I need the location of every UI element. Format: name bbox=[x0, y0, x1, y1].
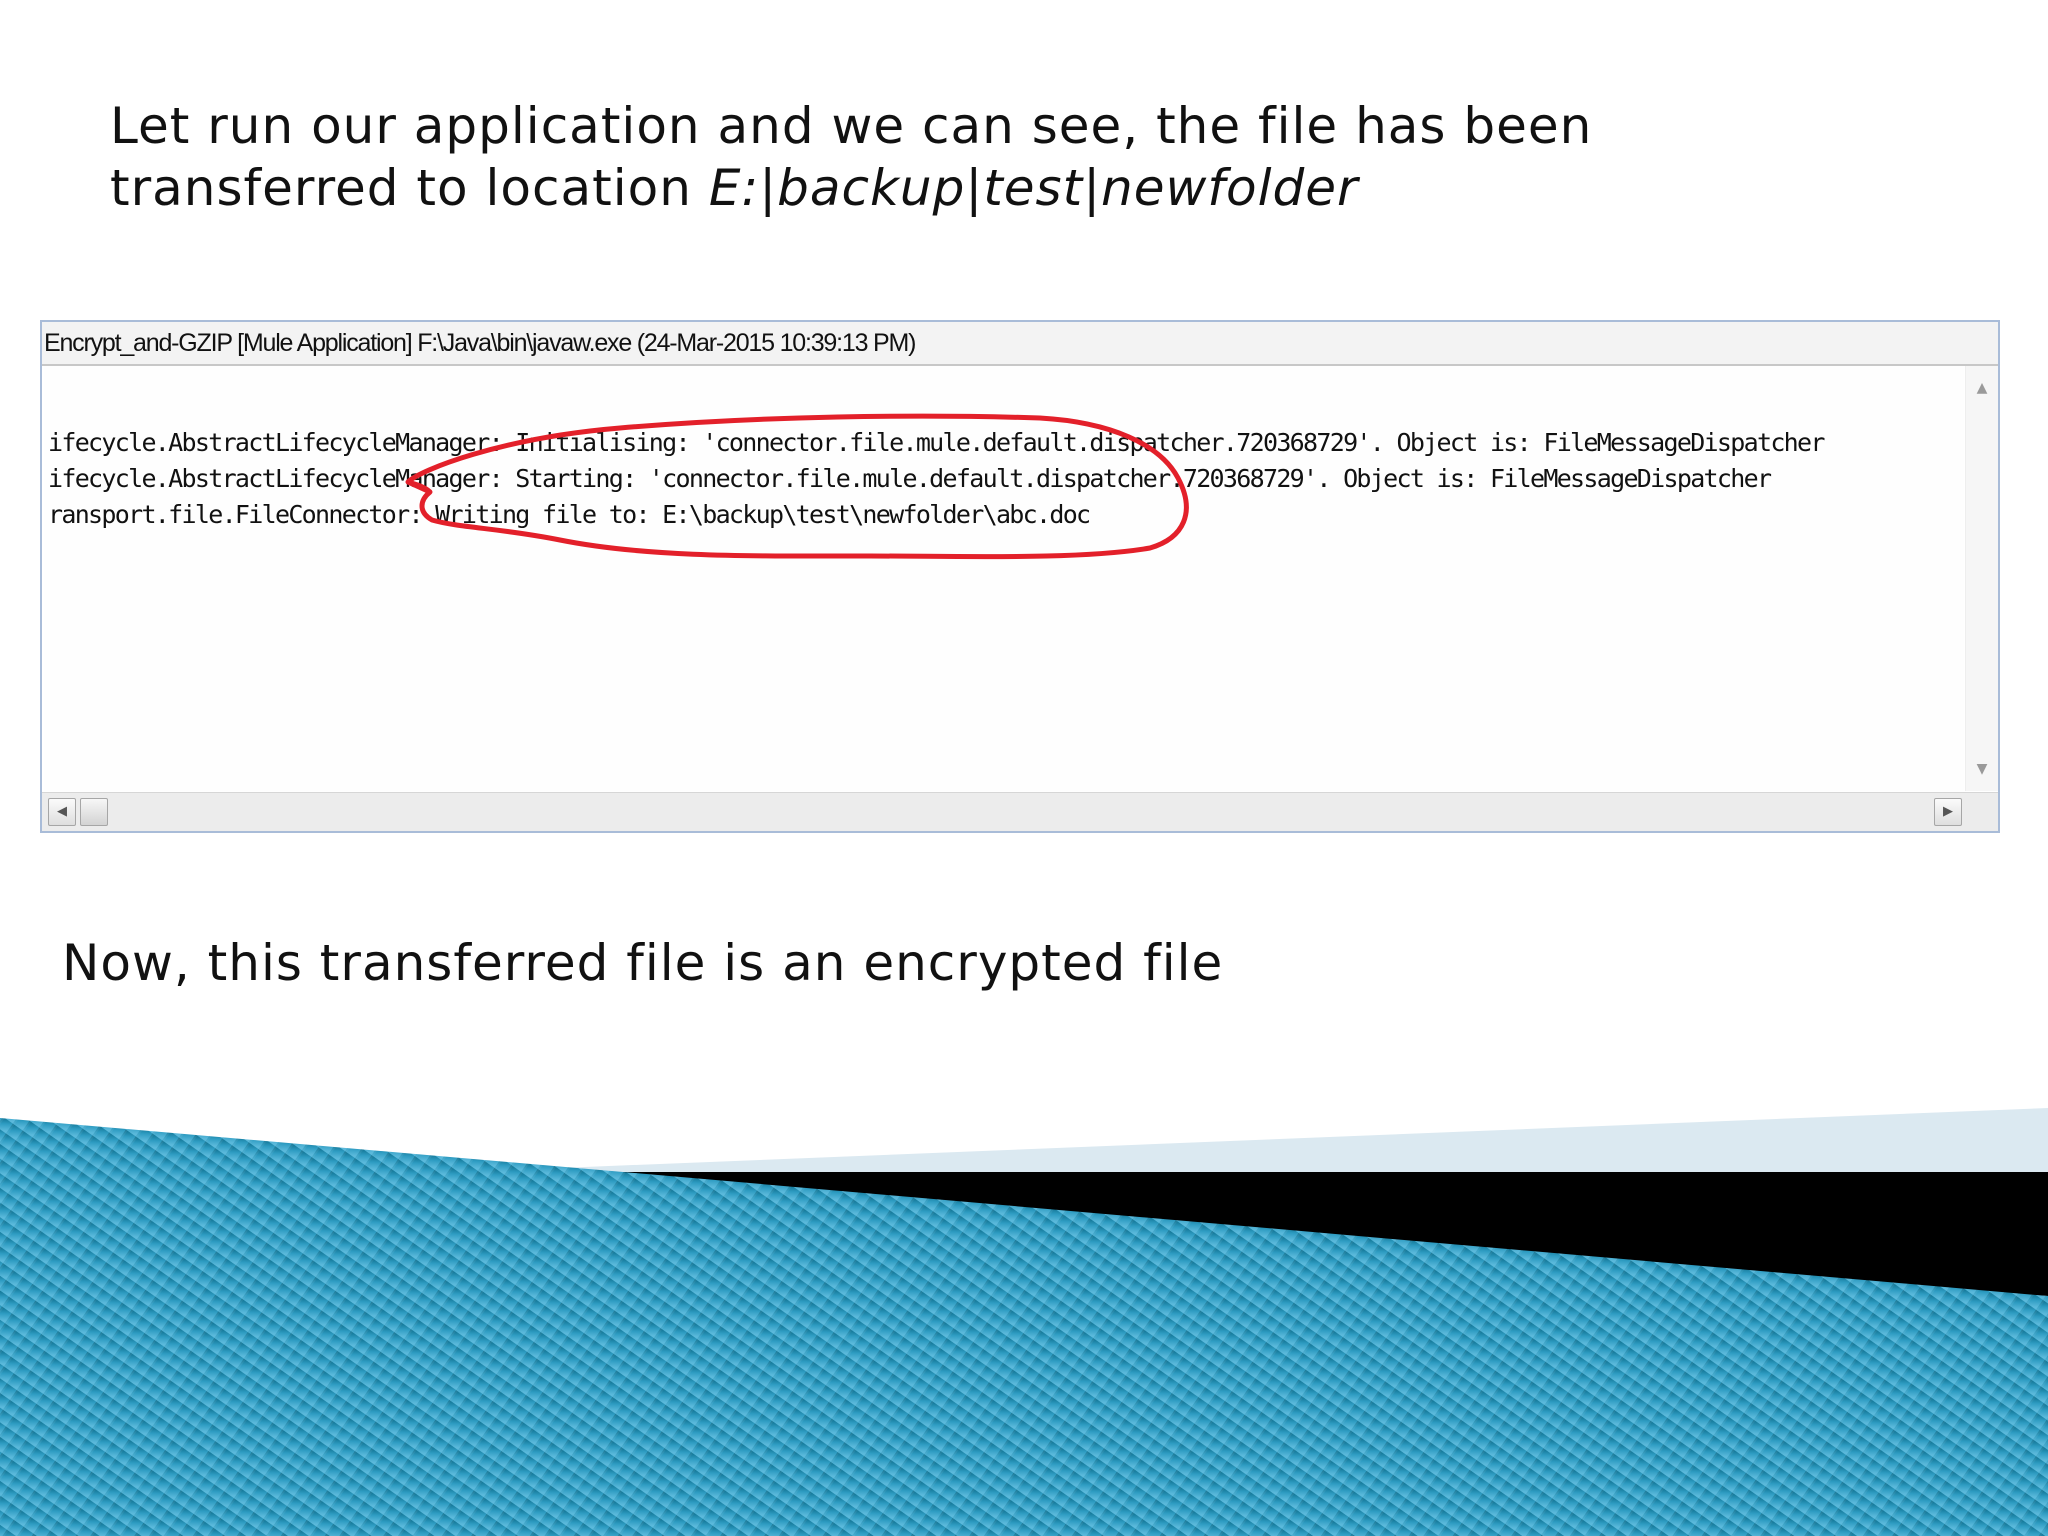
scroll-left-arrow-icon[interactable]: ◀ bbox=[48, 798, 76, 826]
console-output[interactable]: ifecycle.AbstractLifecycleManager: Initi… bbox=[44, 366, 1964, 791]
console-log-line: ransport.file.FileConnector: Writing fil… bbox=[48, 500, 1091, 529]
console-window: Encrypt_and-GZIP [Mule Application] F:\J… bbox=[40, 320, 2000, 833]
console-log-line: ifecycle.AbstractLifecycleManager: Initi… bbox=[48, 428, 1825, 457]
slide-heading: Let run our application and we can see, … bbox=[110, 95, 1910, 219]
horizontal-scroll-thumb[interactable] bbox=[80, 798, 108, 826]
scroll-right-arrow-icon[interactable]: ▶ bbox=[1934, 798, 1962, 826]
scroll-up-arrow-icon[interactable]: ▲ bbox=[1966, 374, 1998, 402]
slide-heading-line-2: transferred to location E:|backup|test|n… bbox=[110, 157, 1910, 219]
console-title-bar: Encrypt_and-GZIP [Mule Application] F:\J… bbox=[42, 322, 1998, 366]
slide-heading-path: E:|backup|test|newfolder bbox=[708, 159, 1359, 217]
vertical-scrollbar[interactable]: ▲ ▼ bbox=[1965, 366, 1998, 791]
decorative-wave-band bbox=[0, 1108, 2048, 1536]
slide-caption: Now, this transferred file is an encrypt… bbox=[62, 934, 1224, 992]
horizontal-scrollbar[interactable]: ◀ ▶ bbox=[42, 792, 1998, 831]
scroll-down-arrow-icon[interactable]: ▼ bbox=[1966, 755, 1998, 783]
console-log-line: ifecycle.AbstractLifecycleManager: Start… bbox=[48, 464, 1772, 493]
slide-heading-line-1: Let run our application and we can see, … bbox=[110, 97, 1593, 155]
slide-heading-prefix: transferred to location bbox=[110, 159, 709, 217]
